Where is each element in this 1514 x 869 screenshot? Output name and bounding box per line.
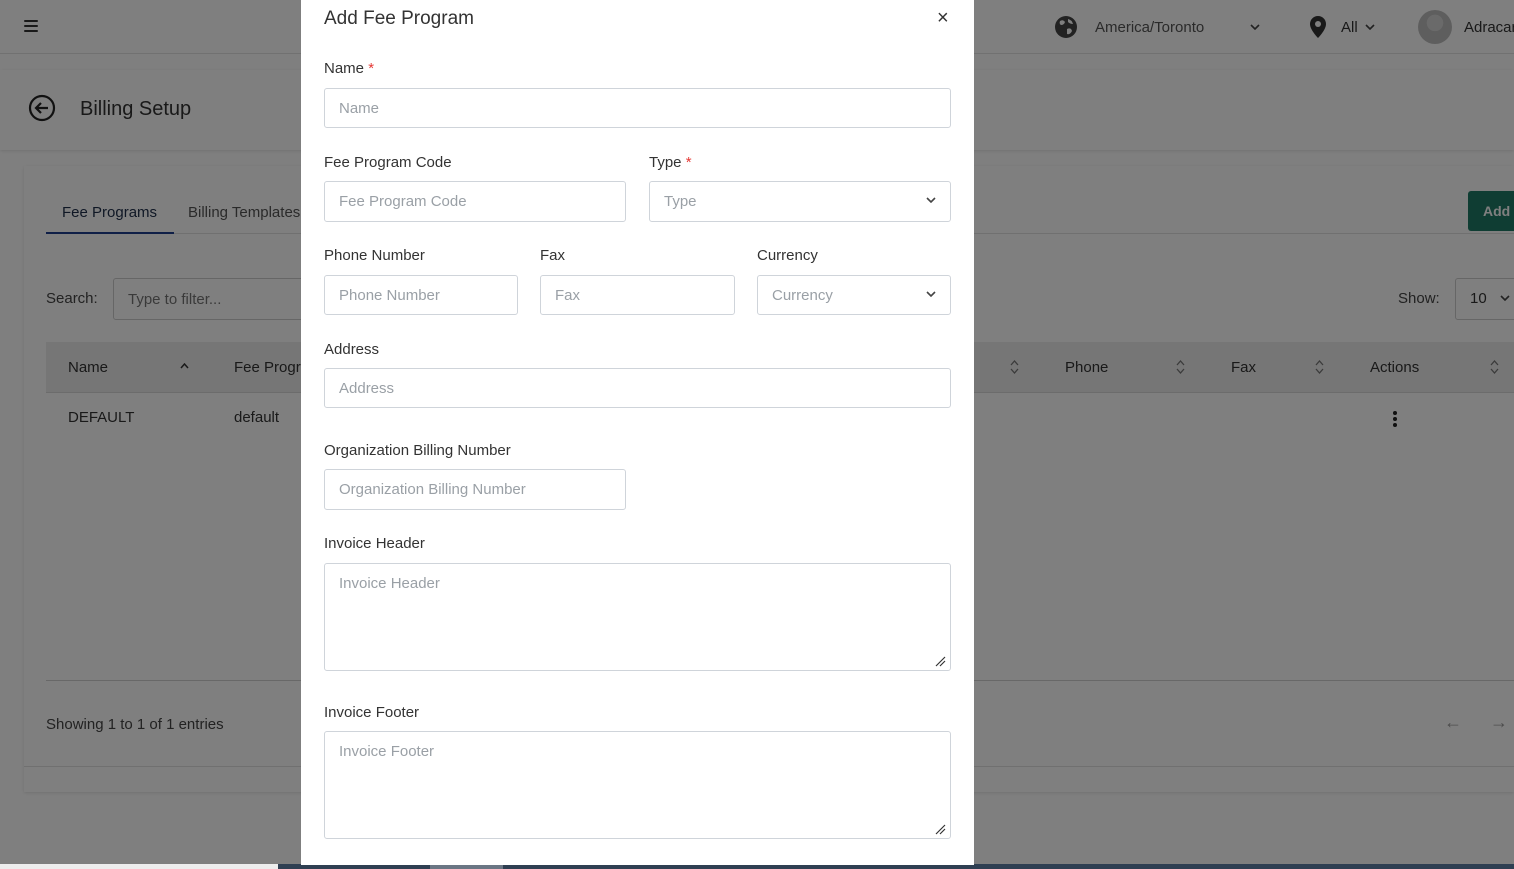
fee-program-code-label: Fee Program Code bbox=[324, 154, 452, 171]
type-label: Type * bbox=[649, 154, 692, 171]
close-icon[interactable]: × bbox=[937, 8, 949, 28]
add-fee-program-modal: Add Fee Program × Name * Fee Program Cod… bbox=[301, 0, 974, 865]
fax-input[interactable] bbox=[540, 275, 735, 315]
phone-number-input[interactable] bbox=[324, 275, 518, 315]
invoice-footer-label: Invoice Footer bbox=[324, 704, 420, 721]
name-label: Name * bbox=[324, 60, 375, 77]
phone-number-label: Phone Number bbox=[324, 247, 425, 264]
chevron-down-icon bbox=[926, 291, 936, 297]
resize-handle-icon[interactable] bbox=[934, 655, 946, 667]
chevron-down-icon bbox=[926, 197, 936, 203]
resize-handle-icon[interactable] bbox=[934, 823, 946, 835]
fax-label: Fax bbox=[540, 247, 566, 264]
address-input[interactable] bbox=[324, 368, 951, 408]
type-select-placeholder: Type bbox=[664, 193, 697, 210]
invoice-footer-textarea[interactable] bbox=[324, 731, 951, 839]
invoice-header-textarea[interactable] bbox=[324, 563, 951, 671]
currency-label: Currency bbox=[757, 247, 818, 264]
currency-select[interactable]: Currency bbox=[757, 275, 951, 315]
organization-billing-number-input[interactable] bbox=[324, 469, 626, 510]
address-label: Address bbox=[324, 341, 380, 358]
fee-program-code-input[interactable] bbox=[324, 181, 626, 222]
organization-billing-number-label: Organization Billing Number bbox=[324, 442, 511, 459]
name-input[interactable] bbox=[324, 88, 951, 128]
type-select[interactable]: Type bbox=[649, 181, 951, 222]
invoice-header-label: Invoice Header bbox=[324, 535, 425, 552]
currency-select-placeholder: Currency bbox=[772, 287, 833, 304]
modal-title: Add Fee Program bbox=[324, 8, 474, 29]
